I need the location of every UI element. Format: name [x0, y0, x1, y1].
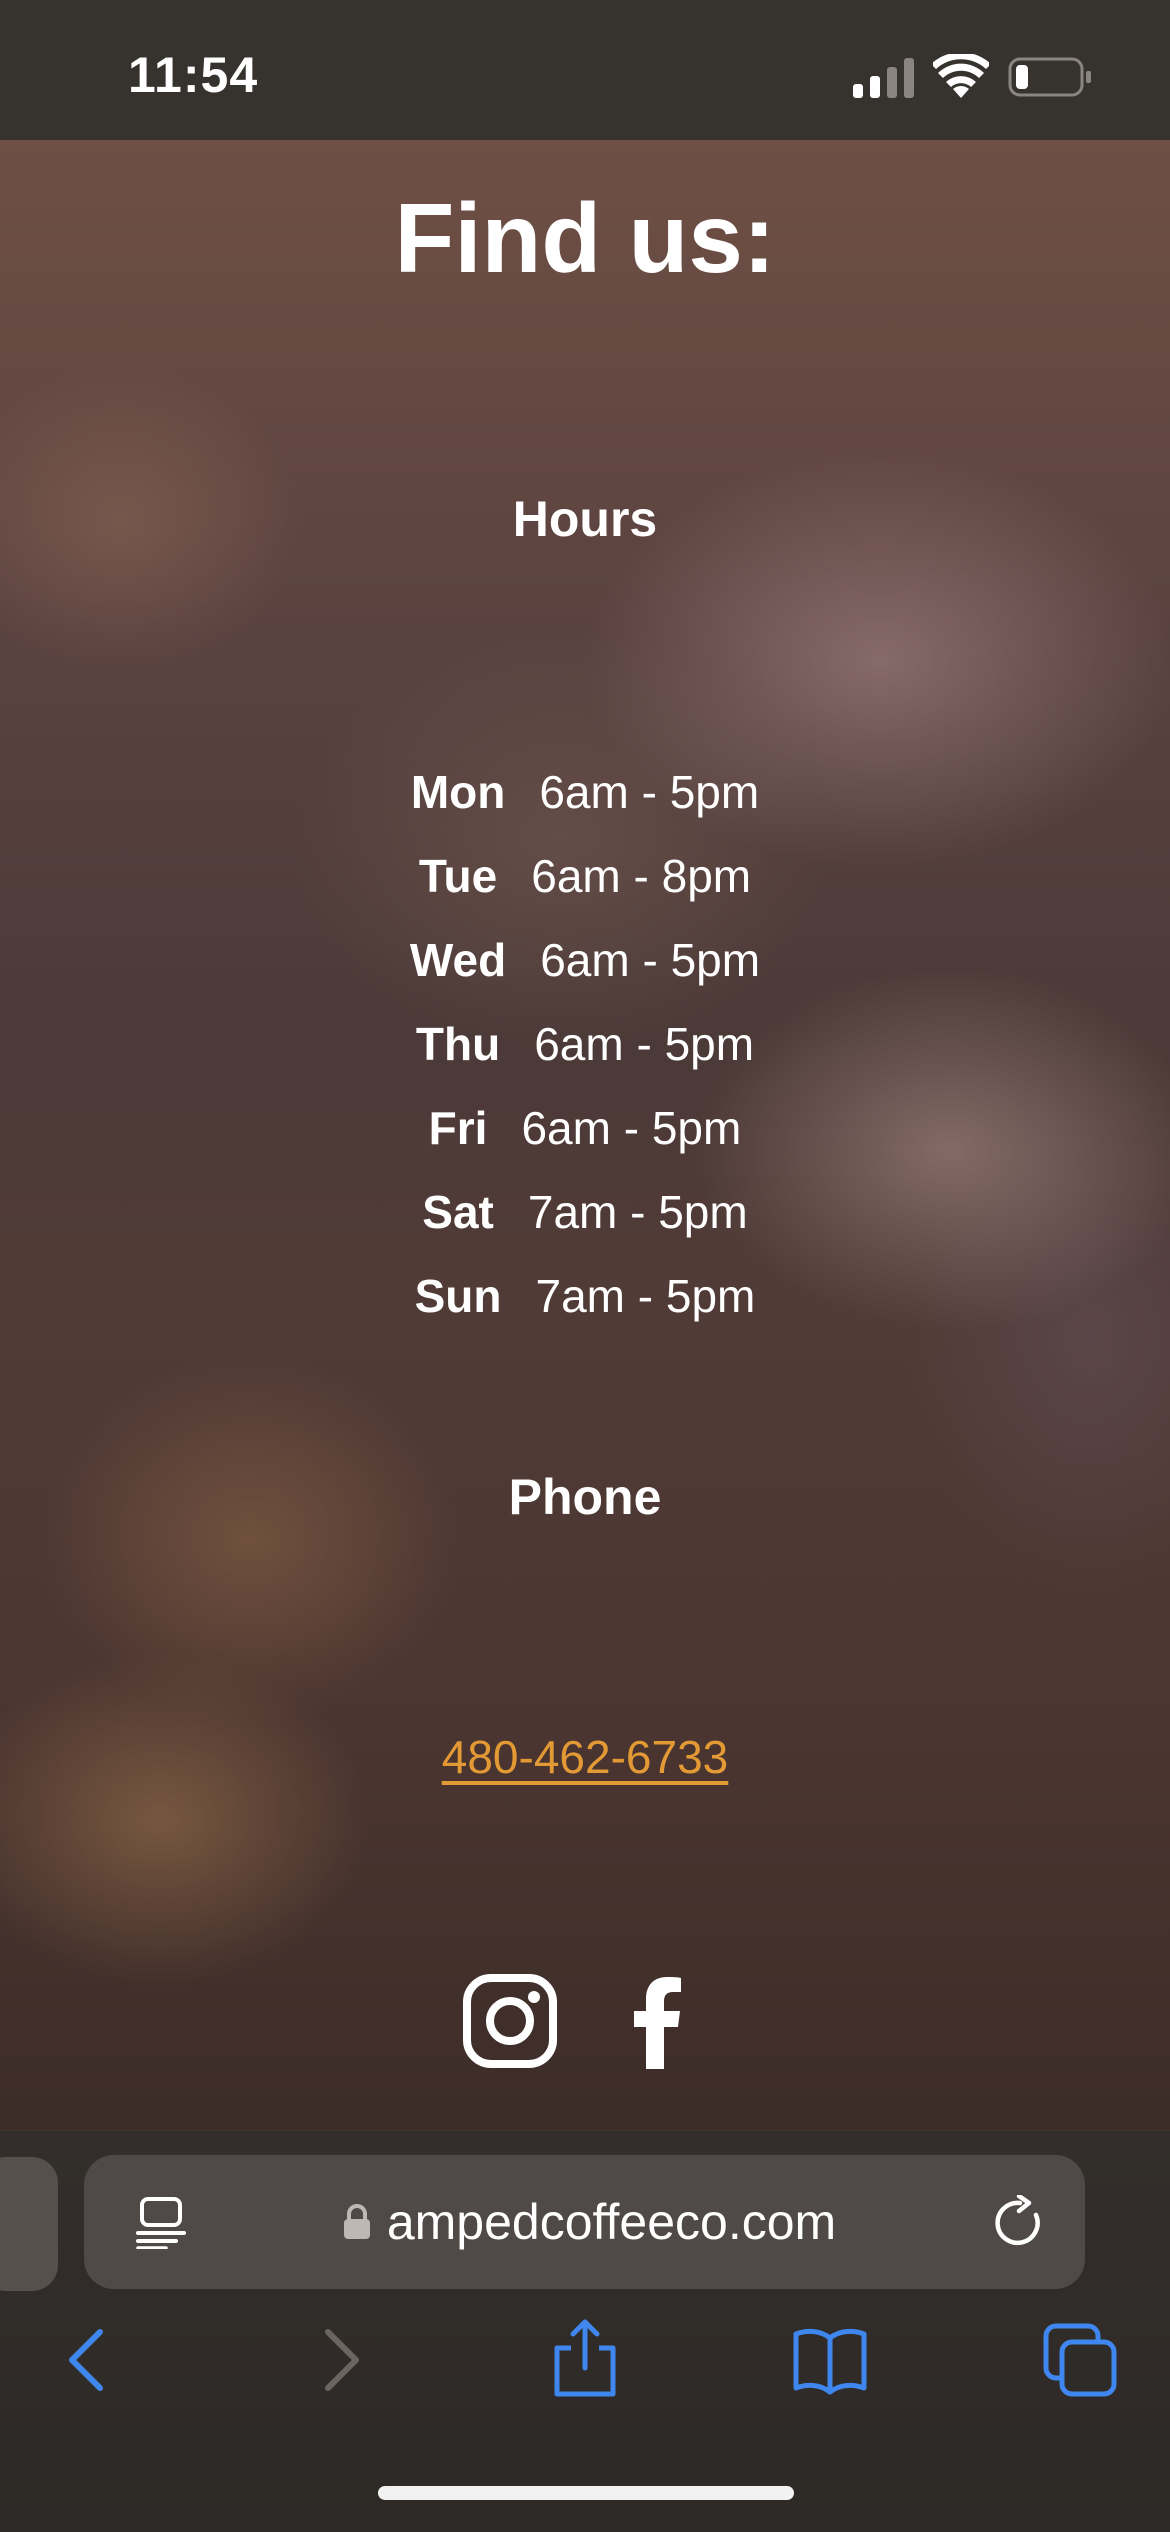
share-icon[interactable]	[545, 2318, 625, 2398]
hours-row-wed: Wed 6am - 5pm	[0, 918, 1170, 1002]
wifi-icon	[933, 54, 989, 98]
battery-icon	[1008, 57, 1091, 97]
hours-day: Sun	[414, 1270, 502, 1322]
home-indicator[interactable]	[378, 2486, 794, 2500]
hours-time: 7am - 5pm	[527, 1186, 748, 1238]
previous-tab-preview[interactable]	[0, 2157, 58, 2291]
hours-row-mon: Mon 6am - 5pm	[0, 750, 1170, 834]
hours-row-sun: Sun 7am - 5pm	[0, 1254, 1170, 1338]
hours-row-fri: Fri 6am - 5pm	[0, 1086, 1170, 1170]
hours-day: Tue	[418, 850, 498, 902]
hours-time: 7am - 5pm	[535, 1270, 756, 1322]
hours-day: Sat	[422, 1186, 494, 1238]
page-title: Find us:	[394, 183, 776, 293]
cellular-signal-icon	[853, 58, 914, 98]
facebook-icon[interactable]	[612, 1973, 706, 2069]
status-time: 11:54	[128, 47, 259, 103]
forward-icon[interactable]	[300, 2320, 380, 2400]
back-icon[interactable]	[48, 2320, 128, 2400]
hours-day: Thu	[415, 1018, 501, 1070]
hours-day: Wed	[409, 934, 507, 986]
hours-time: 6am - 8pm	[531, 850, 752, 902]
hours-time: 6am - 5pm	[534, 1018, 755, 1070]
hours-row-tue: Tue 6am - 8pm	[0, 834, 1170, 918]
bookmarks-icon[interactable]	[790, 2320, 870, 2400]
url-field[interactable]: ampedcoffeeco.com	[84, 2155, 1085, 2289]
reload-icon[interactable]	[992, 2195, 1048, 2251]
hours-time: 6am - 5pm	[539, 766, 760, 818]
phone-number-link[interactable]: 480-462-6733	[0, 1730, 1170, 1784]
hours-row-sat: Sat 7am - 5pm	[0, 1170, 1170, 1254]
web-content[interactable]: Find us: Hours Mon 6am - 5pm Tue 6am - 8…	[0, 140, 1170, 2130]
phone-heading: Phone	[508, 1469, 662, 1525]
hours-heading: Hours	[512, 491, 658, 547]
url-text: ampedcoffeeco.com	[386, 2194, 837, 2250]
hours-list: Mon 6am - 5pm Tue 6am - 8pm Wed 6am - 5p…	[0, 750, 1170, 1338]
lock-icon	[343, 2204, 370, 2239]
hours-day: Mon	[410, 766, 506, 818]
hours-time: 6am - 5pm	[521, 1102, 742, 1154]
hours-day: Fri	[428, 1102, 488, 1154]
hours-time: 6am - 5pm	[540, 934, 761, 986]
address-bar[interactable]: ampedcoffeeco.com	[84, 2155, 1085, 2289]
hours-row-thu: Thu 6am - 5pm	[0, 1002, 1170, 1086]
tabs-icon[interactable]	[1040, 2320, 1120, 2400]
instagram-icon[interactable]	[462, 1973, 558, 2069]
status-bar: 11:54	[0, 0, 1170, 140]
